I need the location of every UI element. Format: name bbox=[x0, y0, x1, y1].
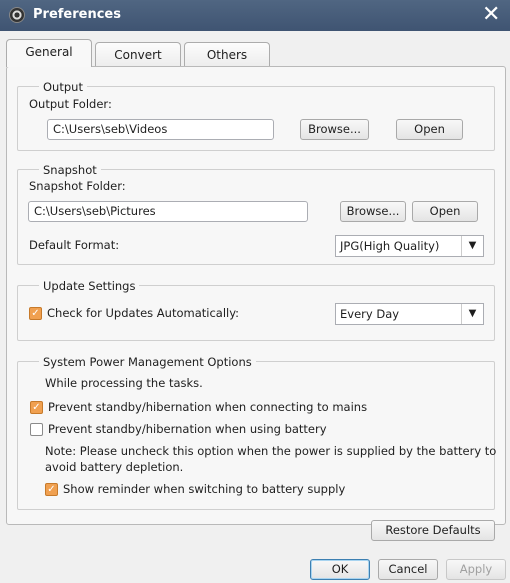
default-format-select[interactable]: JPG(High Quality) ▼ bbox=[335, 235, 484, 257]
cancel-button[interactable]: Cancel bbox=[378, 559, 438, 580]
reminder-checkbox[interactable]: ✓ bbox=[45, 483, 58, 496]
mains-checkbox[interactable]: ✓ bbox=[30, 401, 43, 414]
chevron-down-icon[interactable]: ▼ bbox=[461, 304, 483, 324]
default-format-value: JPG(High Quality) bbox=[340, 239, 440, 253]
tab-convert[interactable]: Convert bbox=[95, 42, 181, 67]
update-frequency-value: Every Day bbox=[340, 307, 400, 321]
output-open-button[interactable]: Open bbox=[396, 119, 463, 140]
reminder-label: Show reminder when switching to battery … bbox=[63, 482, 346, 496]
output-folder-label: Output Folder: bbox=[29, 97, 112, 111]
snapshot-folder-label: Snapshot Folder: bbox=[29, 179, 126, 193]
battery-label: Prevent standby/hibernation when using b… bbox=[48, 422, 327, 436]
tab-others[interactable]: Others bbox=[184, 42, 270, 67]
output-browse-button[interactable]: Browse... bbox=[300, 119, 369, 140]
ok-button[interactable]: OK bbox=[310, 559, 370, 580]
auto-update-checkbox[interactable]: ✓ bbox=[29, 307, 42, 320]
output-group-label: Output bbox=[39, 80, 87, 94]
snapshot-browse-button[interactable]: Browse... bbox=[340, 201, 406, 222]
close-icon[interactable]: ✕ bbox=[482, 2, 500, 27]
auto-update-label: Check for Updates Automatically: bbox=[47, 306, 240, 320]
output-folder-input[interactable]: C:\Users\seb\Videos bbox=[47, 119, 274, 140]
snapshot-open-button[interactable]: Open bbox=[412, 201, 478, 222]
power-group-label: System Power Management Options bbox=[39, 355, 256, 369]
update-frequency-select[interactable]: Every Day ▼ bbox=[335, 303, 484, 325]
default-format-label: Default Format: bbox=[29, 238, 120, 252]
battery-note-line2: avoid battery depletion. bbox=[45, 460, 184, 474]
battery-note-line1: Note: Please uncheck this option when th… bbox=[45, 444, 497, 458]
snapshot-group-label: Snapshot bbox=[39, 163, 101, 177]
window-title: Preferences bbox=[33, 7, 121, 22]
tab-general[interactable]: General bbox=[6, 39, 92, 67]
mains-label: Prevent standby/hibernation when connect… bbox=[48, 400, 368, 414]
apply-button[interactable]: Apply bbox=[446, 559, 506, 580]
film-reel-icon bbox=[9, 7, 25, 23]
update-group-label: Update Settings bbox=[39, 279, 140, 293]
title-bar: Preferences ✕ bbox=[0, 0, 510, 31]
battery-checkbox[interactable] bbox=[30, 423, 43, 436]
chevron-down-icon[interactable]: ▼ bbox=[461, 236, 483, 256]
power-intro: While processing the tasks. bbox=[45, 376, 203, 390]
restore-defaults-button[interactable]: Restore Defaults bbox=[371, 520, 495, 541]
snapshot-folder-input[interactable]: C:\Users\seb\Pictures bbox=[28, 201, 308, 222]
